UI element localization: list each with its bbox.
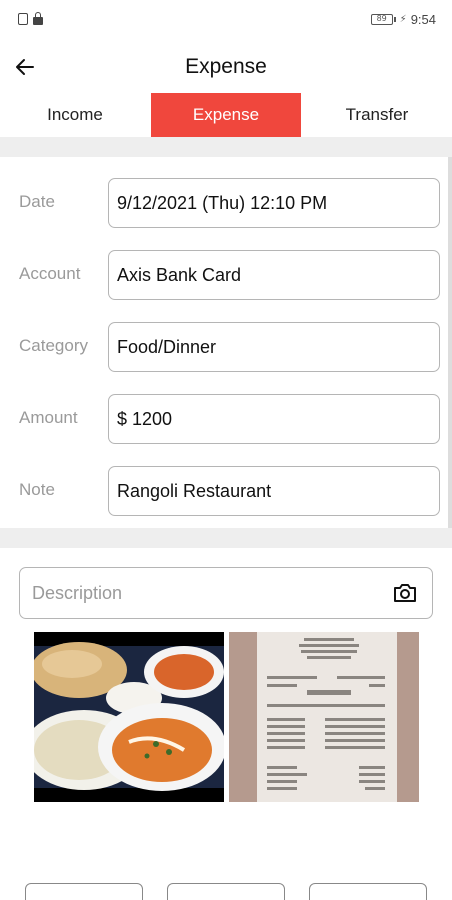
bottom-action-button-1[interactable] bbox=[25, 883, 143, 900]
status-time: 9:54 bbox=[410, 11, 436, 27]
charging-icon: ⚡ bbox=[399, 13, 407, 25]
lock-icon bbox=[33, 12, 43, 25]
sim-icon bbox=[18, 13, 28, 25]
tab-transfer[interactable]: Transfer bbox=[302, 93, 452, 137]
page-title: Expense bbox=[185, 55, 267, 78]
category-row: Category Food/Dinner bbox=[0, 322, 448, 374]
account-field[interactable]: Axis Bank Card bbox=[108, 250, 440, 300]
tab-expense[interactable]: Expense bbox=[151, 93, 301, 137]
category-label: Category bbox=[19, 336, 88, 355]
transaction-type-tabs: Income Expense Transfer bbox=[0, 93, 452, 137]
tab-income[interactable]: Income bbox=[0, 93, 150, 137]
description-placeholder: Description bbox=[32, 582, 123, 603]
section-divider bbox=[0, 528, 452, 548]
category-field[interactable]: Food/Dinner bbox=[108, 322, 440, 372]
battery-level: 89 bbox=[376, 13, 387, 23]
arrow-left-icon bbox=[16, 59, 34, 75]
description-input[interactable]: Description bbox=[19, 567, 433, 619]
camera-button[interactable] bbox=[390, 578, 420, 608]
note-label: Note bbox=[19, 480, 55, 499]
status-left-icons bbox=[18, 12, 43, 25]
scrollbar[interactable] bbox=[448, 157, 452, 528]
status-bar: 89 ⚡ 9:54 bbox=[0, 0, 452, 38]
bottom-action-button-3[interactable] bbox=[309, 883, 427, 900]
section-divider bbox=[0, 137, 452, 157]
amount-row: Amount $ 1200 bbox=[0, 394, 448, 446]
amount-label: Amount bbox=[19, 408, 78, 427]
amount-field[interactable]: $ 1200 bbox=[108, 394, 440, 444]
date-row: Date 9/12/2021 (Thu) 12:10 PM bbox=[0, 178, 448, 230]
bottom-action-button-2[interactable] bbox=[167, 883, 285, 900]
receipt-photo[interactable] bbox=[229, 632, 419, 802]
back-button[interactable] bbox=[10, 52, 40, 82]
note-field[interactable]: Rangoli Restaurant bbox=[108, 466, 440, 516]
account-row: Account Axis Bank Card bbox=[0, 250, 448, 302]
app-bar: Expense bbox=[0, 44, 452, 90]
date-field[interactable]: 9/12/2021 (Thu) 12:10 PM bbox=[108, 178, 440, 228]
food-image bbox=[34, 632, 224, 802]
food-photo[interactable] bbox=[34, 632, 224, 802]
battery-icon: 89 bbox=[370, 13, 396, 25]
date-label: Date bbox=[19, 192, 55, 211]
camera-icon bbox=[394, 584, 416, 602]
note-row: Note Rangoli Restaurant bbox=[0, 466, 448, 518]
receipt-image bbox=[229, 632, 419, 802]
account-label: Account bbox=[19, 264, 81, 283]
status-right: 89 ⚡ 9:54 bbox=[370, 11, 436, 27]
